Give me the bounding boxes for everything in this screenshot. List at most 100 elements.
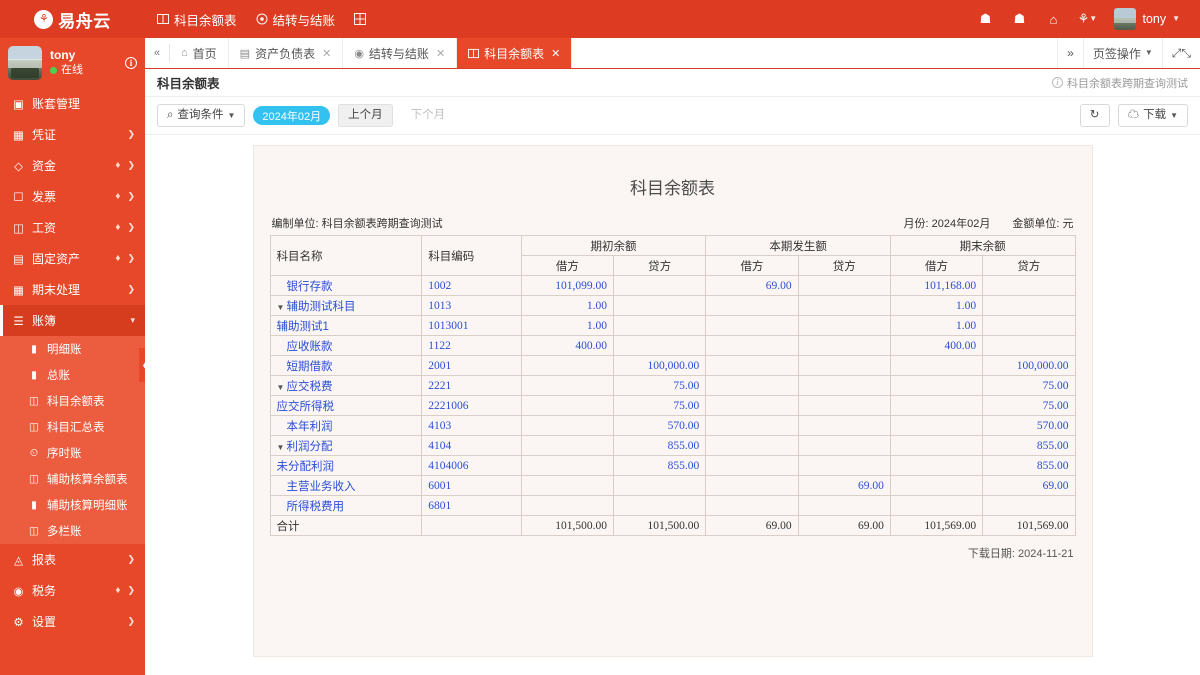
fullscreen-icon[interactable]: ⤢⤡ [1161, 38, 1200, 68]
topnav-item-carryover[interactable]: 结转与结账 [256, 10, 335, 29]
cell-amount [889, 415, 984, 436]
cell-amount [889, 455, 984, 476]
cell-amount: 570.00 [982, 415, 1076, 436]
brand[interactable]: ⚘ 易舟云 [0, 0, 145, 38]
cell-amount: 855.00 [982, 455, 1076, 476]
info-icon[interactable]: i [125, 57, 137, 69]
double-chevron-right-icon[interactable]: » [1057, 38, 1083, 68]
cell-subject-name[interactable]: ▼ 利润分配 [269, 435, 423, 456]
close-icon[interactable]: ✕ [436, 47, 445, 60]
cell-subject-name[interactable]: 短期借款 [269, 355, 423, 376]
cell-amount [982, 315, 1076, 336]
sidebar-item-funds[interactable]: ◇ 资金 ♦ ❯ [0, 150, 145, 181]
topnav-item-add[interactable] [354, 13, 367, 25]
tree-collapse-icon[interactable]: ▼ [277, 303, 287, 312]
sidebar-subitem-label: 辅助核算余额表 [47, 474, 128, 486]
cell-amount [797, 355, 891, 376]
top-right-actions: ☗ ☗ ⌂ ⚘ ▼ tony ▼ [968, 0, 1188, 38]
table-header-row-1: 科目名称 科目编码 期初余额 本期发生额 期末余额 [269, 235, 1076, 276]
tab-action-menu[interactable]: 页签操作 ▼ [1082, 38, 1162, 68]
cell-subject-name[interactable]: 主营业务收入 [269, 475, 423, 496]
sidebar-subitem-subject-balance[interactable]: ◫ 科目余额表 [0, 388, 145, 414]
table-row: 应交所得税 2221006 75.00 75.00 [269, 395, 1076, 416]
cell-subject-name[interactable]: 所得税费用 [269, 495, 423, 516]
cell-subject-name[interactable]: 本年利润 [269, 415, 423, 436]
topnav-label: 科目余额表 [174, 13, 237, 28]
sidebar-item-settings[interactable]: ⚙ 设置 ❯ [0, 606, 145, 637]
period-badge[interactable]: 2024年02月 [253, 106, 331, 125]
sidebar-item-reports[interactable]: ◬ 报表 ❯ [0, 544, 145, 575]
table-total-row: 合计 101,500.00 101,500.00 69.00 69.00 101,569.… [269, 515, 1076, 536]
sidebar-subitem-multi-column[interactable]: ◫ 多栏账 [0, 518, 145, 544]
cell-subject-name[interactable]: 辅助测试1 [269, 315, 423, 336]
tree-collapse-icon[interactable]: ▼ [277, 443, 287, 452]
sidebar-subitem-sequential-ledger[interactable]: ⏲ 序时账 [0, 440, 145, 466]
sidebar-subitem-aux-detail[interactable]: ▮ 辅助核算明细账 [0, 492, 145, 518]
topnav-item-subject-balance[interactable]: 科目余额表 [157, 10, 237, 29]
sidebar-item-account-sets[interactable]: ▣ 账套管理 [0, 88, 145, 119]
sidebar-item-ledger[interactable]: ☰ 账簿 ▾ [0, 305, 145, 336]
cell-amount: 101,569.00 [982, 515, 1076, 536]
subject-name-label: 辅助测试科目 [286, 300, 356, 313]
cell-amount [613, 495, 707, 516]
sidebar-subitem-aux-balance[interactable]: ◫ 辅助核算余额表 [0, 466, 145, 492]
sidebar-subitem-subject-summary[interactable]: ◫ 科目汇总表 [0, 414, 145, 440]
cell-subject-name[interactable]: ▼ 辅助测试科目 [269, 295, 423, 316]
cell-subject-name[interactable]: 银行存款 [269, 275, 423, 296]
tree-collapse-icon[interactable]: ▼ [277, 383, 287, 392]
cell-subject-name[interactable]: ▼ 应交税费 [269, 375, 423, 396]
sidebar-item-period-end[interactable]: ▦ 期末处理 ❯ [0, 274, 145, 305]
sidebar-subitem-label: 科目余额表 [47, 396, 105, 408]
close-icon[interactable]: ✕ [551, 47, 560, 60]
sidebar-subitem-label: 总账 [47, 370, 70, 382]
home-icon[interactable]: ⌂ [1036, 0, 1070, 38]
page-header: 科目余额表 i 科目余额表跨期查询测试 [145, 69, 1200, 97]
query-label: 查询条件 [177, 108, 224, 121]
user-name: tony [1142, 12, 1167, 26]
cell-subject-name[interactable]: 应收账款 [269, 335, 423, 356]
sidebar-subitem-general-ledger[interactable]: ▮ 总账 [0, 362, 145, 388]
balance-table: 科目名称 科目编码 期初余额 本期发生额 期末余额 借方 贷方 借方 贷方 借方… [269, 235, 1076, 536]
bug-icon[interactable]: ☗ [1002, 0, 1036, 38]
sidebar-item-voucher[interactable]: ▦ 凭证 ❯ [0, 119, 145, 150]
tab-carryover[interactable]: ◉ 结转与结账 ✕ [343, 38, 458, 68]
tab-home[interactable]: ⌂ 首页 [170, 38, 229, 68]
sidebar-item-fixed-assets[interactable]: ▤ 固定资产 ♦ ❯ [0, 243, 145, 274]
query-conditions-button[interactable]: ⌕ 查询条件 ▼ [157, 104, 246, 127]
tab-balance-sheet[interactable]: ▤ 资产负债表 ✕ [229, 38, 344, 68]
subject-name-label: 应交税费 [286, 380, 333, 393]
cell-amount: 101,168.00 [889, 275, 984, 296]
cell-subject-name[interactable]: 未分配利润 [269, 455, 423, 476]
cell-amount: 1.00 [520, 295, 615, 316]
chevron-down-icon: ▼ [227, 110, 236, 120]
cell-amount [613, 315, 707, 336]
sidebar-item-invoice[interactable]: ☐ 发票 ♦ ❯ [0, 181, 145, 212]
columns-icon: ◫ [29, 525, 39, 537]
sidebar-subitem-detail-ledger[interactable]: ▮ 明细账 [0, 336, 145, 362]
money-icon: ◇ [14, 160, 23, 173]
cell-subject-name[interactable]: 应交所得税 [269, 395, 423, 416]
tab-subject-balance[interactable]: 科目余额表 ✕ [457, 38, 573, 68]
apps-glyph: ⚘ [1077, 11, 1090, 26]
subject-name-label: 辅助测试1 [276, 320, 329, 333]
sidebar-item-label: 设置 [32, 615, 57, 629]
prev-month-button[interactable]: 上个月 [338, 104, 393, 127]
sidebar-collapse-handle[interactable]: ❮ [139, 348, 145, 382]
alert-icon[interactable]: ☗ [968, 0, 1002, 38]
refresh-button[interactable]: ↻ [1079, 104, 1110, 127]
report-canvas: 科目余额表 编制单位: 科目余额表跨期查询测试 月份: 2024年02月 金额单… [145, 135, 1200, 675]
sidebar-item-salary[interactable]: ◫ 工资 ♦ ❯ [0, 212, 145, 243]
book-icon: ▣ [13, 98, 24, 111]
double-chevron-left-icon[interactable]: « [145, 38, 169, 68]
chevron-down-icon: ▼ [1144, 48, 1153, 57]
download-button[interactable]: ☁ 下载 ▼ [1117, 104, 1188, 127]
cell-subject-code: 6801 [421, 495, 522, 516]
cell-amount [889, 495, 984, 516]
close-icon[interactable]: ✕ [322, 47, 331, 60]
sidebar-item-tax[interactable]: ◉ 税务 ♦ ❯ [0, 575, 145, 606]
table-row: 应收账款 1122 400.00 400.00 [269, 335, 1076, 356]
sidebar-profile[interactable]: tony 在线 i [0, 38, 145, 88]
apps-icon[interactable]: ⚘ ▼ [1070, 0, 1104, 38]
user-menu[interactable]: tony ▼ [1104, 8, 1188, 30]
asset-icon: ▤ [13, 253, 24, 266]
